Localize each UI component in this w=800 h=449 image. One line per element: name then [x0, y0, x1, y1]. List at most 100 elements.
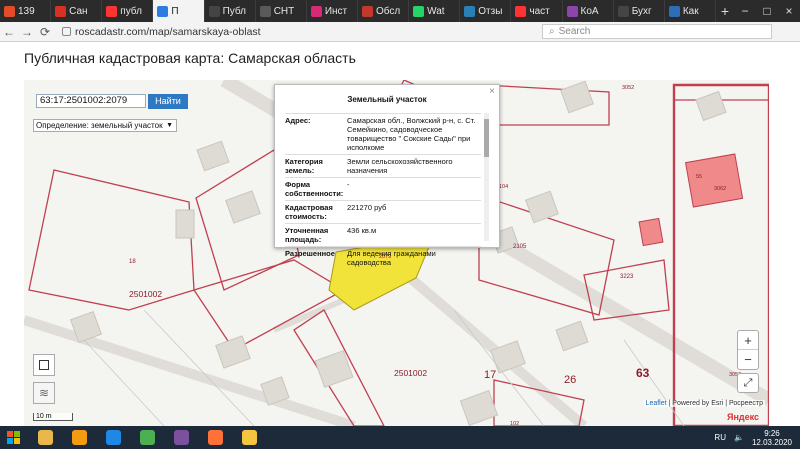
map-label: 3052	[622, 85, 634, 91]
taskbar-app-ie[interactable]	[96, 426, 130, 449]
language-indicator[interactable]: RU	[714, 433, 726, 442]
search-icon: ⌕	[549, 26, 555, 37]
scale-bar: 10 m	[33, 413, 73, 421]
start-button[interactable]	[0, 426, 28, 449]
popup-row-value: 221270 руб	[347, 203, 387, 212]
system-tray: RU 🔈 9:26 12.03.2020	[714, 429, 800, 447]
browser-tab[interactable]: част	[511, 0, 563, 22]
url-text: roscadastr.com/map/samarskaya-oblast	[75, 25, 261, 38]
minimize-icon[interactable]: −	[734, 4, 756, 18]
fullscreen-button[interactable]: ⤢	[737, 373, 759, 393]
new-tab-icon[interactable]: +	[716, 3, 734, 19]
reload-icon[interactable]: ⟳	[36, 25, 54, 39]
cadastral-number-input[interactable]: 63:17:2501002:2079	[36, 94, 146, 108]
popup-row-label: Форма собственности:	[285, 180, 344, 198]
highlighted-parcels	[638, 153, 744, 247]
browser-tab[interactable]: Как	[665, 0, 716, 22]
explorer-icon	[37, 430, 53, 445]
browser-tab[interactable]: 139	[0, 0, 52, 22]
lock-icon	[62, 27, 71, 36]
tab-label: СНТ	[273, 5, 295, 17]
taskbar-app-firefox[interactable]	[198, 426, 232, 449]
definition-select-value: Определение: земельный участок	[36, 121, 163, 130]
tab-label: Отзы	[478, 5, 503, 17]
tab-favicon-icon	[4, 5, 15, 17]
leaflet-link[interactable]: Leaflet	[646, 400, 667, 407]
browser-tab[interactable]: Wat	[409, 0, 461, 22]
popup-row-value: Земли сельскохозяйственного назначения	[347, 157, 453, 175]
map-label: 104	[499, 184, 508, 190]
selection-tool-button[interactable]	[33, 354, 55, 376]
popup-row-label: Кадастровая стоимость:	[285, 203, 333, 221]
popup-row-label: Категория земель:	[285, 157, 323, 175]
browser-tab[interactable]: Инст	[307, 0, 358, 22]
maximize-icon[interactable]: □	[756, 4, 778, 18]
popup-row-value: -	[347, 180, 350, 189]
close-window-icon[interactable]: ×	[778, 4, 800, 18]
tab-label: 139	[18, 5, 35, 17]
tab-label: Бухг	[631, 5, 652, 17]
tab-favicon-icon	[157, 5, 169, 17]
tab-favicon-icon	[259, 5, 271, 17]
taskbar-app-viber[interactable]	[164, 426, 198, 449]
taskbar-app-media[interactable]	[62, 426, 96, 449]
browser-tab[interactable]: Бухг	[614, 0, 665, 22]
browser-tab[interactable]: СНТ	[256, 0, 307, 22]
volume-icon[interactable]: 🔈	[734, 433, 744, 442]
popup-row-ownership: Форма собственности: -	[285, 177, 481, 200]
media-icon	[71, 430, 87, 445]
tab-label: Обсл	[375, 5, 401, 17]
tab-favicon-icon	[208, 5, 220, 17]
map-label: 26	[564, 374, 576, 386]
search-input[interactable]: ⌕ Search	[542, 24, 772, 39]
tab-label: Публ	[222, 5, 246, 17]
popup-scrollbar[interactable]	[484, 113, 489, 241]
close-icon[interactable]: ×	[489, 86, 495, 97]
layers-icon: ≋	[38, 386, 50, 400]
tab-favicon-icon	[106, 5, 118, 17]
page-title: Публичная кадастровая карта: Самарская о…	[24, 50, 356, 66]
find-button[interactable]: Найти	[148, 94, 188, 109]
taskbar-app-explorer[interactable]	[28, 426, 62, 449]
clock-time: 9:26	[764, 428, 780, 438]
parcel-info-popup: × Земельный участок Адрес: Самарская обл…	[274, 84, 500, 267]
layers-button[interactable]: ≋	[33, 382, 55, 404]
back-icon[interactable]: ←	[0, 25, 18, 39]
browser-tab[interactable]: публ	[102, 0, 154, 22]
search-placeholder: Search	[558, 26, 591, 37]
definition-select[interactable]: Определение: земельный участок ▼	[33, 119, 177, 132]
popup-row-permitted-use: Разрешенное Для ведения гражданами садов…	[285, 246, 481, 269]
browser-tab[interactable]: КоА	[563, 0, 614, 22]
windows-taskbar: RU 🔈 9:26 12.03.2020	[0, 426, 800, 449]
address-bar[interactable]: roscadastr.com/map/samarskaya-oblast	[62, 24, 442, 39]
popup-row-value: Самарская обл., Волжский р-н, с. Ст. Сем…	[347, 116, 476, 152]
forward-icon[interactable]: →	[18, 25, 36, 39]
taskbar-app-chrome[interactable]	[130, 426, 164, 449]
popup-scrollbar-thumb[interactable]	[484, 119, 489, 157]
browser-tab[interactable]: Отзы	[460, 0, 512, 22]
zoom-out-button[interactable]: −	[738, 350, 758, 369]
ie-icon	[105, 430, 121, 445]
attribution-text: | Powered by Esri | Росреестр	[666, 400, 763, 407]
browser-tab[interactable]: Сан	[51, 0, 103, 22]
windows-logo-icon	[7, 430, 20, 444]
chevron-down-icon: ▼	[166, 122, 173, 129]
popup-row-value: 436 кв.м	[347, 226, 377, 235]
popup-title: Земельный участок	[347, 95, 427, 104]
tab-favicon-icon	[464, 5, 476, 17]
cadastral-map[interactable]: 18 2501002 2501002 17 26 63 63 3223 2105…	[24, 80, 769, 426]
zoom-control: + −	[737, 330, 759, 370]
taskbar-app-app[interactable]	[232, 426, 266, 449]
tab-favicon-icon	[361, 5, 373, 17]
tab-label: Как	[682, 5, 699, 17]
popup-row-label: Уточненная площадь:	[285, 226, 329, 244]
zoom-in-button[interactable]: +	[738, 331, 758, 350]
clock[interactable]: 9:26 12.03.2020	[752, 429, 792, 447]
browser-tab[interactable]: Публ	[205, 0, 256, 22]
browser-tab[interactable]: Обсл	[358, 0, 410, 22]
map-label: 2501002	[129, 289, 162, 299]
clock-date: 12.03.2020	[751, 437, 792, 447]
popup-row-label: Разрешенное	[285, 249, 335, 258]
browser-tab[interactable]: П	[153, 0, 205, 22]
popup-row-label: Адрес:	[285, 116, 311, 125]
